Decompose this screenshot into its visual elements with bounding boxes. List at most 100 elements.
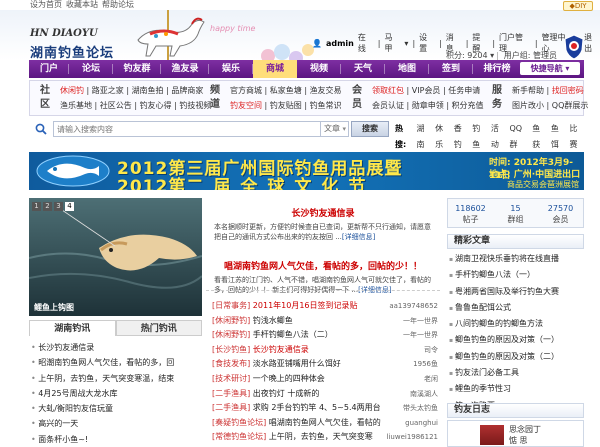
- link-brand-merchants[interactable]: 品牌商家: [171, 86, 203, 95]
- featured-title-2[interactable]: 唱湖南钓鱼网人气欠佳，看帖的多，回帖的少！！: [206, 259, 440, 272]
- link-fishing-tips[interactable]: 钓鱼常识: [310, 101, 342, 110]
- list-item[interactable]: 鲫鱼钓鱼的原因及对策（一）: [449, 332, 582, 348]
- diary-entry-author[interactable]: 惦 思: [509, 435, 528, 446]
- list-item[interactable]: 高兴的一天: [31, 416, 201, 431]
- post-category[interactable]: [休闲野钓]: [212, 330, 250, 339]
- post-category[interactable]: [长沙钓鱼]: [212, 345, 250, 354]
- link-member-space[interactable]: 钓友空间: [230, 101, 262, 110]
- hot-term[interactable]: 香钓: [454, 121, 469, 153]
- link-lure-home[interactable]: 路亚之家: [92, 86, 124, 95]
- list-item[interactable]: 面条杆小鱼~!: [31, 432, 201, 447]
- nav-weather[interactable]: 天气: [341, 60, 385, 78]
- post-title[interactable]: 钓浅水鲫鱼: [253, 316, 293, 325]
- nav-mall[interactable]: 商城: [253, 60, 297, 78]
- link-tasks[interactable]: 任务申请: [448, 86, 480, 95]
- list-item[interactable]: 钓友法门必备工具: [449, 365, 582, 381]
- post-title[interactable]: 一个晚上的四种体会: [253, 374, 325, 383]
- link-private-ponds[interactable]: 私家鱼塘: [270, 86, 302, 95]
- featured-title-1[interactable]: 长沙钓友通信录: [206, 206, 440, 219]
- link-verification[interactable]: 会员认证: [372, 101, 404, 110]
- username-link[interactable]: admin: [326, 39, 354, 48]
- post-author[interactable]: 南溪湖人: [410, 387, 438, 402]
- bookmark-link[interactable]: 收藏本站: [66, 0, 98, 10]
- nav-entertainment[interactable]: 娱乐: [209, 60, 253, 78]
- post-category[interactable]: [常德钓鱼论坛]: [212, 432, 266, 441]
- hot-term[interactable]: QQ群: [509, 121, 528, 153]
- post-category[interactable]: [奏疑钓鱼论坛]: [212, 418, 266, 427]
- slider-page-3[interactable]: 3: [54, 202, 63, 211]
- diary-thumbnail[interactable]: [480, 425, 504, 445]
- link-member-photos[interactable]: 钓友贴图: [270, 101, 302, 110]
- post-author[interactable]: 老闲: [424, 372, 438, 387]
- logout-link[interactable]: 退出: [584, 32, 600, 54]
- list-item[interactable]: 鲁鲁鱼配饵公式: [449, 300, 582, 316]
- slider-page-1[interactable]: 1: [32, 202, 41, 211]
- settings-link[interactable]: 设置: [419, 32, 435, 54]
- nav-checkin[interactable]: 签到: [429, 60, 473, 78]
- link-recover-password[interactable]: 找回密码: [552, 86, 584, 95]
- post-title[interactable]: 出夜钓灯 十成新的: [253, 389, 320, 398]
- post-author[interactable]: 1956鱼: [413, 357, 438, 372]
- link-qq-groups[interactable]: QQ群展示: [552, 101, 589, 110]
- slider-page-4[interactable]: 4: [65, 202, 74, 211]
- link-red-envelope[interactable]: 领取红包: [372, 86, 404, 95]
- post-author[interactable]: 司令: [424, 343, 438, 358]
- list-item[interactable]: 4月25号周战大龙水库: [31, 386, 201, 401]
- link-announcements[interactable]: 社区公告: [100, 101, 132, 110]
- set-homepage-link[interactable]: 设为首页: [30, 0, 62, 10]
- search-input[interactable]: [53, 121, 321, 137]
- post-author[interactable]: 一年一世界: [403, 328, 438, 343]
- post-category[interactable]: [技术研讨]: [212, 374, 250, 383]
- post-title[interactable]: 唱湖南钓鱼网人气欠佳，看帖的: [269, 418, 381, 427]
- list-item[interactable]: 昭潮南钓鱼网人气欠佳，看帖的多，回: [31, 355, 201, 370]
- hot-term[interactable]: 鱼获: [532, 121, 547, 153]
- chevron-down-icon[interactable]: ▾: [490, 51, 494, 60]
- diary-entry-title[interactable]: 思念园丁: [509, 424, 541, 435]
- link-leisure-fishing[interactable]: 休闲钓: [60, 86, 84, 95]
- nav-groups[interactable]: 钓友群: [113, 60, 161, 78]
- link-recharge[interactable]: 积分充值: [452, 101, 484, 110]
- points-text[interactable]: 积分: 9204: [446, 51, 488, 60]
- search-scope-select[interactable]: 文章: [321, 121, 349, 137]
- post-author[interactable]: liuwei1986121: [387, 430, 438, 445]
- post-title[interactable]: 求购 2手台钓钓竿 4、5~5.4两用台: [253, 403, 381, 412]
- list-item[interactable]: 鲫鱼钓鱼的原因及对策（二）: [449, 349, 582, 365]
- list-item[interactable]: 长沙钓友通信录: [31, 340, 201, 355]
- detail-link-1[interactable]: [详细信息]: [342, 233, 375, 241]
- nav-video[interactable]: 视频: [297, 60, 341, 78]
- hot-term[interactable]: 湖南: [417, 121, 432, 153]
- quick-nav-button[interactable]: 快捷导航 ▾: [520, 62, 580, 75]
- list-item[interactable]: 大虬/衡阳钓友信玩童: [31, 401, 201, 416]
- link-beginner-help[interactable]: 新手帮助: [512, 86, 544, 95]
- post-author[interactable]: 一年一世界: [403, 314, 438, 329]
- post-author[interactable]: guanghui: [405, 416, 438, 431]
- photo-caption[interactable]: 鲤鱼上钩图: [34, 302, 74, 313]
- tab-hunan-news[interactable]: 湖南钓讯: [29, 320, 116, 336]
- hot-term[interactable]: 活动: [491, 121, 506, 153]
- link-trading[interactable]: 渔友交易: [310, 86, 342, 95]
- nav-ranking[interactable]: 排行榜: [473, 60, 521, 78]
- list-item[interactable]: 鲤鱼的季节性习: [449, 381, 582, 397]
- post-title[interactable]: 上午阴，去钓鱼，天气突变寒: [269, 432, 373, 441]
- link-image-resize[interactable]: 图片改小: [512, 101, 544, 110]
- vest-menu[interactable]: 马甲: [385, 32, 401, 54]
- link-hunan-photos[interactable]: 湖南鱼拍: [132, 86, 164, 95]
- list-item[interactable]: 湖南卫视快乐垂钓将在线直播: [449, 251, 582, 267]
- search-button[interactable]: 搜索: [351, 121, 389, 137]
- link-official-mall[interactable]: 官方商城: [230, 86, 262, 95]
- list-item[interactable]: 上午阴，去钓鱼，天气突变寒温，结束: [31, 371, 201, 386]
- hot-term[interactable]: 钓鱼: [472, 121, 487, 153]
- link-experiences[interactable]: 钓友心得: [140, 101, 172, 110]
- help-link[interactable]: 帮助论坛: [102, 0, 134, 10]
- diy-button[interactable]: ◆DIY: [563, 1, 593, 11]
- user-group-text[interactable]: 用户组: 管理员: [504, 51, 557, 60]
- nav-directory[interactable]: 渔友录: [161, 60, 209, 78]
- list-item[interactable]: 粤湘两省国际及举行钓鱼大赛: [449, 284, 582, 300]
- list-item[interactable]: 八间钓鲫鱼的钓鲫鱼方法: [449, 316, 582, 332]
- post-category[interactable]: [食技发布]: [212, 359, 250, 368]
- chevron-down-icon[interactable]: ▾: [404, 39, 408, 48]
- post-title[interactable]: 长沙钓友通信录: [253, 345, 309, 354]
- post-title[interactable]: 2011年10月16日签到记录贴: [253, 301, 358, 310]
- hot-term[interactable]: 比赛: [569, 121, 584, 153]
- hot-term[interactable]: 休乐: [435, 121, 450, 153]
